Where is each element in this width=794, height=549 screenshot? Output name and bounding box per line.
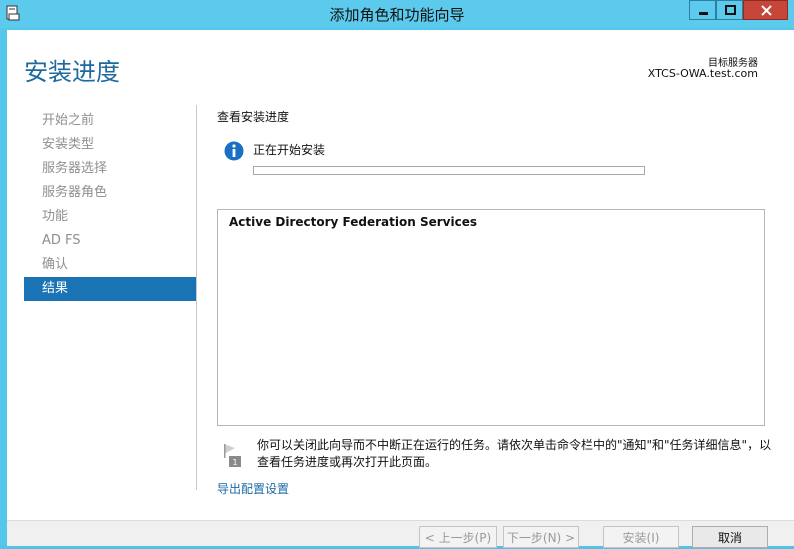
export-configuration-link[interactable]: 导出配置设置 [217, 480, 289, 497]
section-title: 查看安装进度 [217, 110, 290, 124]
nav-step-before-you-begin: 开始之前 [42, 113, 95, 128]
install-status-text: 正在开始安装 [253, 143, 326, 157]
target-server-value: XTCS-OWA.test.com [647, 67, 758, 80]
nav-step-ad-fs: AD FS [42, 233, 81, 248]
title-bar[interactable]: 添加角色和功能向导 [0, 0, 794, 28]
button-bar: < 上一步(P) 下一步(N) > 安装(I) 取消 [7, 520, 794, 548]
window-title: 添加角色和功能向导 [329, 6, 465, 24]
svg-text:1: 1 [232, 458, 237, 467]
minimize-icon [699, 12, 708, 15]
install-progress-bar [253, 166, 645, 175]
nav-step-server-roles: 服务器角色 [42, 185, 108, 200]
wizard-window: 添加角色和功能向导 安装进度 目标服务器 XTCS-OWA.test.com 开… [0, 0, 794, 548]
results-list[interactable]: Active Directory Federation Services [217, 209, 765, 426]
wizard-step-nav: 开始之前 安装类型 服务器选择 服务器角色 功能 AD FS 确认 结果 [24, 109, 196, 301]
minimize-button[interactable] [689, 0, 716, 20]
nav-step-confirmation: 确认 [42, 257, 69, 272]
info-icon [224, 141, 244, 161]
result-item: Active Directory Federation Services [229, 215, 477, 229]
page-heading: 安装进度 [24, 58, 120, 86]
close-icon [761, 5, 772, 16]
nav-step-installation-type: 安装类型 [42, 137, 95, 152]
nav-step-server-selection: 服务器选择 [42, 161, 108, 176]
close-button[interactable] [743, 0, 788, 20]
nav-divider [196, 105, 197, 490]
close-wizard-note: 你可以关闭此向导而不中断正在运行的任务。请依次单击命令栏中的"通知"和"任务详细… [257, 438, 772, 469]
wizard-client-area: 安装进度 目标服务器 XTCS-OWA.test.com 开始之前 安装类型 服… [7, 30, 794, 548]
maximize-button[interactable] [716, 0, 743, 20]
maximize-icon [725, 5, 736, 15]
flag-notification-icon: 1 [224, 444, 241, 467]
nav-step-features: 功能 [42, 209, 69, 224]
nav-step-results[interactable]: 结果 [24, 277, 196, 301]
